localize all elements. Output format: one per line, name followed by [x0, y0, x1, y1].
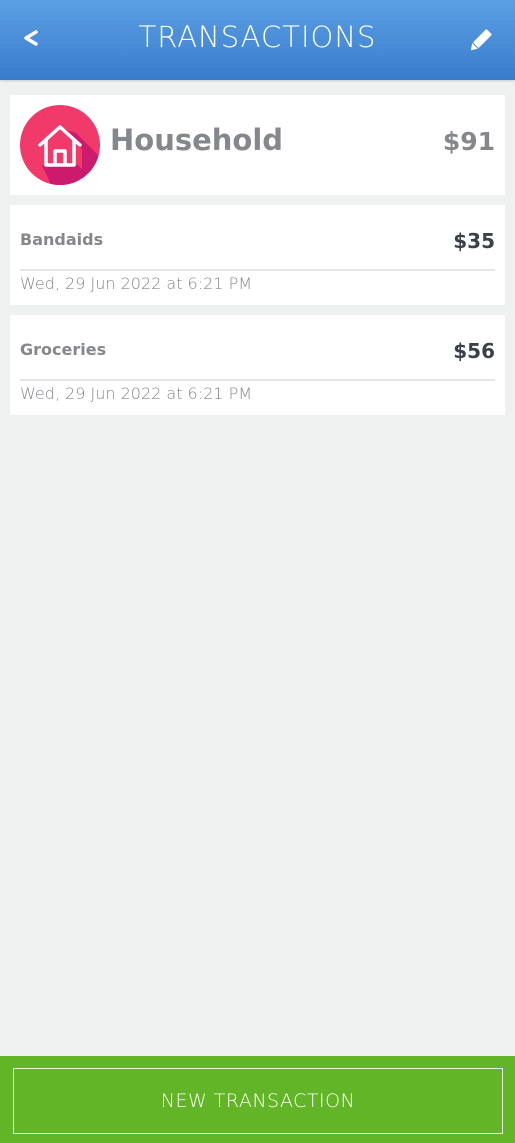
transaction-item[interactable]: Bandaids $35 Wed, 29 Jun 2022 at 6:21 PM [10, 205, 505, 305]
transaction-amount: $56 [453, 339, 495, 363]
transaction-date: Wed, 29 Jun 2022 at 6:21 PM [20, 384, 253, 403]
app-header: TRANSACTIONS [0, 0, 515, 80]
transactions-screen: TRANSACTIONS Household $91 Bandaids $35 … [0, 0, 515, 1143]
transaction-date: Wed, 29 Jun 2022 at 6:21 PM [20, 274, 253, 293]
category-name: Household [110, 123, 284, 157]
category-total: $91 [442, 127, 495, 156]
pencil-icon [470, 29, 492, 51]
transaction-item[interactable]: Groceries $56 Wed, 29 Jun 2022 at 6:21 P… [10, 315, 505, 415]
new-transaction-button[interactable]: NEW TRANSACTION [13, 1068, 503, 1134]
transaction-name: Groceries [20, 340, 107, 359]
transaction-name: Bandaids [20, 230, 104, 249]
footer-bar: NEW TRANSACTION [0, 1056, 515, 1143]
house-icon [20, 105, 100, 185]
divider [20, 269, 495, 271]
transaction-amount: $35 [453, 229, 495, 253]
divider [20, 379, 495, 381]
category-summary-card[interactable]: Household $91 [10, 95, 505, 195]
page-title: TRANSACTIONS [138, 20, 377, 54]
edit-button[interactable] [463, 24, 497, 58]
